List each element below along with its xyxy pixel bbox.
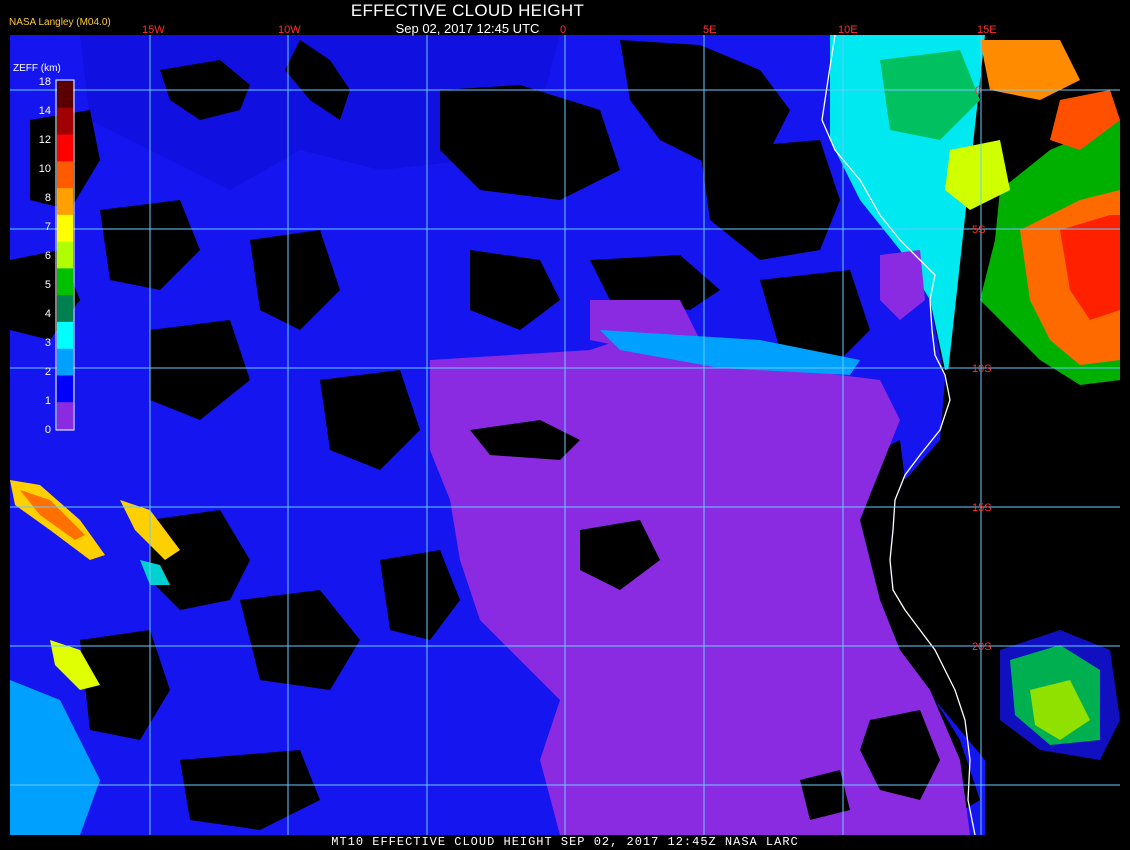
map-title: EFFECTIVE CLOUD HEIGHT <box>350 1 585 20</box>
colorbar-swatches <box>57 81 73 430</box>
colorbar-tick-label: 18 <box>39 76 51 88</box>
source-label: NASA Langley (M04.0) <box>9 17 111 28</box>
colorbar-swatch <box>57 214 73 243</box>
colorbar-swatch <box>57 321 73 350</box>
lat-label-5s: 5S <box>972 224 985 236</box>
colorbar-swatch <box>57 107 73 136</box>
colorbar-tick-label: 3 <box>45 337 51 349</box>
colorbar-tick-label: 0 <box>45 424 51 436</box>
colorbar-swatch <box>57 81 73 109</box>
colorbar-swatch <box>57 188 73 216</box>
colorbar-tick-label: 7 <box>45 221 51 233</box>
colorbar-swatch <box>57 402 73 430</box>
colorbar-swatch <box>57 268 73 296</box>
lat-label-10s: 10S <box>972 363 992 375</box>
colorbar-title: ZEFF (km) <box>13 63 61 74</box>
colorbar-tick-label: 2 <box>45 366 51 378</box>
colorbar-swatch <box>57 348 73 376</box>
colorbar-tick-label: 14 <box>39 105 51 117</box>
cloud-height-map: 15W 10W 0 5E 10E 15E 0 5S 10S 15S 20S 18… <box>0 0 1130 850</box>
colorbar-swatch <box>57 161 73 189</box>
colorbar-tick-label: 1 <box>45 395 51 407</box>
colorbar-tick-label: 5 <box>45 279 51 291</box>
map-subtitle: Sep 02, 2017 12:45 UTC <box>395 21 540 36</box>
colorbar-swatch <box>57 295 73 323</box>
lat-label-20s: 20S <box>972 641 992 653</box>
colorbar-tick-label: 4 <box>45 308 51 320</box>
lat-label-0: 0 <box>975 85 981 97</box>
footer-caption: MT10 EFFECTIVE CLOUD HEIGHT SEP 02, 2017… <box>331 835 799 849</box>
colorbar-tick-label: 8 <box>45 192 51 204</box>
colorbar-swatch <box>57 241 73 269</box>
colorbar-tick-label: 10 <box>39 163 51 175</box>
colorbar-tick-label: 12 <box>39 134 51 146</box>
colorbar-swatch <box>57 375 73 403</box>
lon-label-15e: 15E <box>977 24 997 36</box>
colorbar-tick-label: 6 <box>45 250 51 262</box>
lat-label-15s: 15S <box>972 502 992 514</box>
colorbar-swatch <box>57 134 73 162</box>
